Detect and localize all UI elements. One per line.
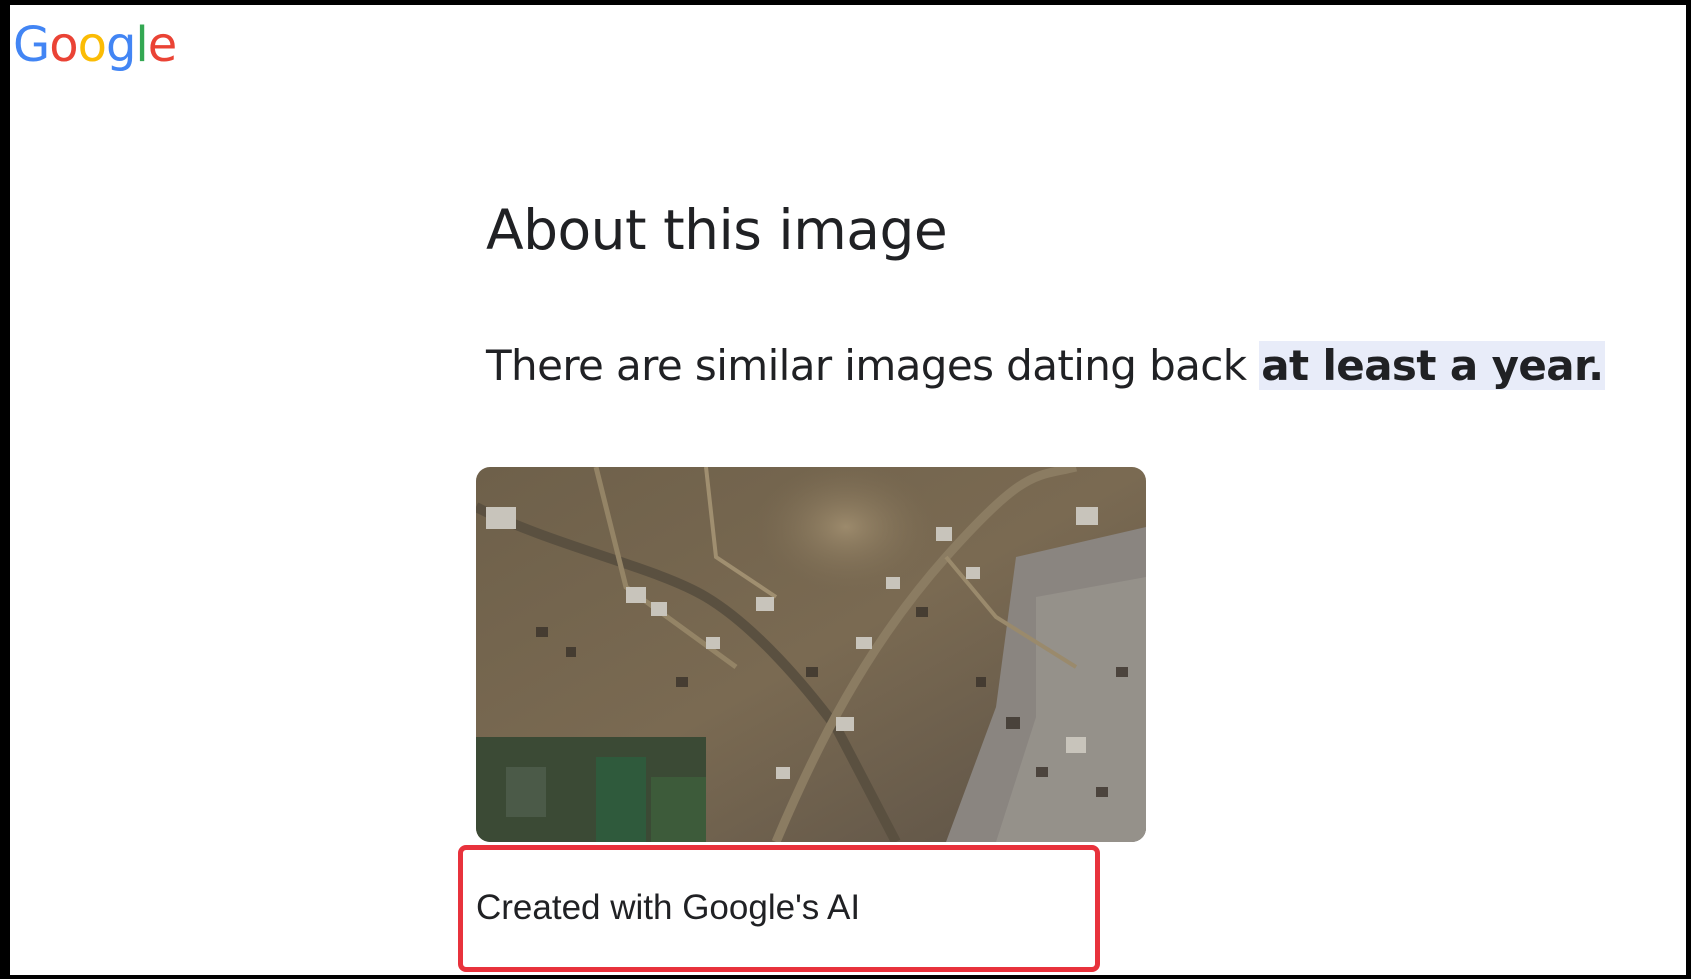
aerial-photo-image [476,467,1146,842]
logo-letter: g [105,17,136,73]
aerial-photo-thumbnail[interactable] [476,467,1146,842]
similar-images-highlight: at least a year. [1259,341,1606,390]
logo-letter: l [135,17,148,73]
similar-images-text: There are similar images dating back [486,341,1260,390]
screenshot-frame: Google About this image There are simila… [0,0,1691,979]
logo-letter: e [147,17,178,73]
google-logo[interactable]: Google [13,17,178,73]
created-with-ai-label: Created with Google's AI [476,888,861,927]
similar-images-statement: There are similar images dating back at … [486,340,1606,393]
logo-letter: G [13,17,50,73]
logo-letter: o [49,17,78,73]
page-title: About this image [486,198,948,262]
logo-letter: o [77,17,107,73]
